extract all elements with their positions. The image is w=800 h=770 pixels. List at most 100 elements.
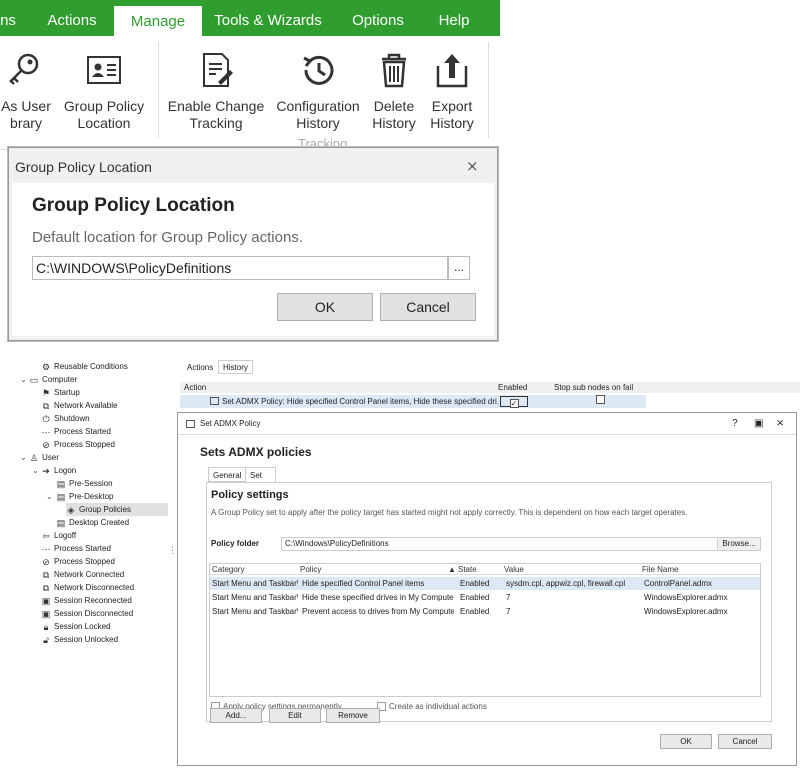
tree-item-group-policies[interactable]: ◈ Group Policies — [66, 503, 168, 516]
tree-item-label: Logoff — [54, 531, 77, 540]
column-value[interactable]: Value — [504, 564, 524, 575]
tree-item-computer[interactable]: ▭ Computer — [29, 373, 77, 386]
ok-button[interactable]: OK — [277, 293, 373, 321]
column-action[interactable]: Action — [184, 382, 206, 393]
tab-history[interactable]: History — [218, 360, 253, 374]
tab-help[interactable]: Help — [424, 0, 484, 36]
column-stop-sub-nodes[interactable]: Stop sub nodes on fail — [554, 382, 633, 393]
power-icon: ⏻ — [42, 413, 50, 424]
startup-icon: ⚑ — [41, 387, 51, 398]
chevron-down-icon[interactable]: ⌄ — [32, 466, 39, 475]
tab-options[interactable]: Options — [342, 0, 414, 36]
state-cell: Enabled — [460, 607, 490, 616]
document-edit-icon — [166, 46, 266, 94]
sort-up-icon: ▲ — [448, 565, 456, 574]
tree-item-reusable-conditions[interactable]: ⚙ Reusable Conditions — [41, 360, 128, 373]
remove-button[interactable]: Remove — [326, 708, 380, 723]
tree-item-network-available[interactable]: ⧉ Network Available — [41, 399, 118, 412]
tab-set-policy[interactable]: Set Policy — [245, 467, 277, 495]
tree-item-network-disconnected[interactable]: ⧉ Network Disconnected — [41, 581, 134, 594]
chevron-down-icon[interactable]: ⌄ — [46, 492, 53, 501]
cancel-button[interactable]: Cancel — [380, 293, 476, 321]
create-individual-option[interactable]: Create as individual actions — [377, 702, 487, 711]
key-icon — [0, 46, 56, 94]
panel-tabs: Actions History — [180, 360, 800, 374]
tree-item-startup[interactable]: ⚑ Startup — [41, 386, 80, 399]
browse-button[interactable]: ... — [448, 256, 470, 280]
close-icon[interactable]: ⨯ — [466, 157, 479, 175]
tree-item-pre-desktop[interactable]: ▤ Pre-Desktop — [56, 490, 114, 503]
file-name-cell: WindowsExplorer.admx — [644, 607, 728, 616]
tree-item-session-disconnected[interactable]: ▣ Session Disconnected — [41, 607, 133, 620]
policy-path-input[interactable]: C:\WINDOWS\PolicyDefinitions — [32, 256, 448, 280]
tree-item-process-started[interactable]: ⋯ Process Started — [41, 542, 111, 555]
tree-item-label: Pre-Session — [69, 479, 113, 488]
cancel-button[interactable]: Cancel — [718, 734, 772, 749]
tree-item-session-reconnected[interactable]: ▣ Session Reconnected — [41, 594, 132, 607]
tree-item-label: Process Started — [54, 427, 111, 436]
session-icon: ▣ — [41, 595, 51, 606]
tab-partial[interactable]: ns — [0, 0, 22, 36]
column-enabled[interactable]: Enabled — [498, 382, 527, 393]
tree-item-pre-session[interactable]: ▤ Pre-Session — [56, 477, 113, 490]
table-row[interactable]: Start Menu and Taskbar\ Hide these speci… — [210, 591, 760, 604]
tab-tools-wizards[interactable]: Tools & Wizards — [210, 0, 326, 36]
tab-general[interactable]: General — [208, 467, 247, 482]
add-button[interactable]: Add... — [210, 708, 262, 723]
maximize-icon[interactable]: ▣ — [754, 413, 763, 435]
tree-item-label: Session Locked — [54, 622, 111, 631]
edit-button[interactable]: Edit — [269, 708, 321, 723]
tree-item-process-started[interactable]: ⋯ Process Started — [41, 425, 111, 438]
tree-item-user[interactable]: ♙ User — [29, 451, 59, 464]
splitter-handle[interactable]: ⋮ — [168, 545, 177, 556]
tree-item-label: Reusable Conditions — [54, 362, 128, 371]
group-policy-location-button[interactable]: Group Policy Location — [62, 46, 146, 132]
tree-item-process-stopped[interactable]: ⊘ Process Stopped — [41, 555, 115, 568]
column-state[interactable]: State — [458, 564, 477, 575]
tree-item-session-unlocked[interactable]: 🔓︎ Session Unlocked — [41, 633, 118, 646]
logoff-icon: ⇦ — [42, 530, 50, 541]
table-row[interactable]: Set ADMX Policy: Hide specified Control … — [180, 395, 646, 408]
lock-icon: 🔒︎ — [43, 621, 49, 632]
chevron-down-icon[interactable]: ⌄ — [20, 375, 27, 384]
tree-item-label: Startup — [54, 388, 80, 397]
table-row[interactable]: Start Menu and Taskbar\ Prevent access t… — [210, 605, 760, 618]
column-file-name[interactable]: File Name — [642, 564, 678, 575]
tree-item-logoff[interactable]: ⇦ Logoff — [41, 529, 76, 542]
tab-actions[interactable]: Actions — [36, 0, 108, 36]
export-history-button[interactable]: Export History — [424, 46, 480, 132]
ok-button[interactable]: OK — [660, 734, 712, 749]
user-library-button[interactable]: As User brary — [0, 46, 56, 132]
tab-manage[interactable]: Manage — [114, 6, 202, 36]
close-icon[interactable]: ⨯ — [776, 413, 784, 435]
history-icon — [272, 46, 364, 94]
enable-change-tracking-button[interactable]: Enable Change Tracking — [166, 46, 266, 132]
tab-actions[interactable]: Actions — [182, 360, 219, 374]
policy-table: Category Policy ▲ State Value File Name … — [209, 563, 761, 697]
tree-item-process-stopped[interactable]: ⊘ Process Stopped — [41, 438, 115, 451]
column-category[interactable]: Category — [212, 564, 244, 575]
delete-history-button[interactable]: Delete History — [366, 46, 422, 132]
browse-button[interactable]: Browse... — [717, 537, 761, 551]
tree-item-session-locked[interactable]: 🔒︎ Session Locked — [41, 620, 111, 633]
policy-icon — [186, 420, 195, 428]
tree-item-logon[interactable]: ➔ Logon — [41, 464, 76, 477]
stop-checkbox[interactable] — [596, 395, 605, 404]
table-row[interactable]: Start Menu and Taskbar\ Hide specified C… — [210, 577, 760, 590]
actions-grid-header: Action Enabled Stop sub nodes on fail — [180, 382, 800, 393]
tree-item-network-connected[interactable]: ⧉ Network Connected — [41, 568, 124, 581]
chevron-down-icon[interactable]: ⌄ — [20, 453, 27, 462]
ribbon-separator — [158, 42, 159, 138]
policy-folder-input[interactable]: C:\Windows\PolicyDefinitions — [281, 537, 721, 551]
enabled-cell[interactable]: ✓ — [500, 396, 528, 408]
tree-item-desktop-created[interactable]: ▤ Desktop Created — [56, 516, 129, 529]
help-icon[interactable]: ? — [732, 413, 738, 435]
enabled-checkbox[interactable]: ✓ — [509, 399, 519, 408]
tree-item-shutdown[interactable]: ⏻ Shutdown — [41, 412, 89, 425]
column-policy[interactable]: Policy — [300, 564, 321, 575]
configuration-history-button[interactable]: Configuration History — [272, 46, 364, 132]
policy-icon — [210, 397, 219, 405]
user-icon: ♙ — [29, 452, 39, 463]
ribbon-body: As User brary Group Policy Location Enab… — [0, 36, 500, 151]
stop-cell[interactable] — [596, 395, 605, 408]
